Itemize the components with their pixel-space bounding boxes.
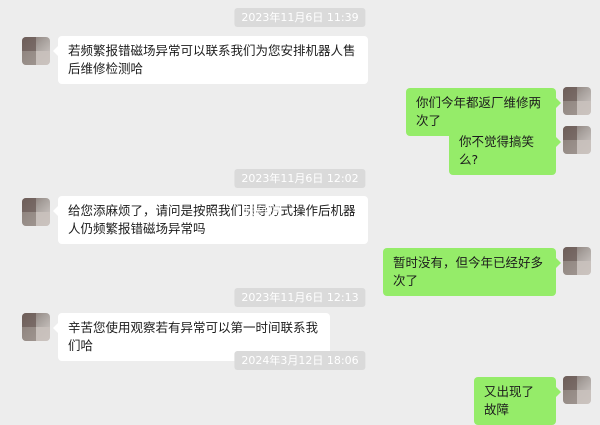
contact-avatar[interactable]	[22, 198, 50, 226]
timestamp: 2023年11月6日 12:02	[234, 169, 366, 188]
user-avatar[interactable]	[563, 126, 591, 154]
timestamp: 2024年3月12日 18:06	[234, 351, 366, 370]
message-bubble-outgoing[interactable]: 又出现了故障	[474, 377, 561, 425]
chat-area: 2023年11月6日 11:39 若频繁报错磁场异常可以联系我们为您安排机器人售…	[0, 0, 600, 425]
contact-avatar[interactable]	[22, 313, 50, 341]
user-avatar[interactable]	[563, 247, 591, 275]
watermark: 快科技	[244, 204, 281, 218]
timestamp: 2023年11月6日 11:39	[234, 8, 366, 27]
user-avatar[interactable]	[563, 87, 591, 115]
contact-avatar[interactable]	[22, 37, 50, 65]
message-bubble-incoming[interactable]: 若频繁报错磁场异常可以联系我们为您安排机器人售后维修检测哈	[53, 36, 368, 84]
message-bubble-outgoing[interactable]: 你不觉得搞笑么?	[449, 127, 561, 175]
message-bubble-incoming[interactable]: 给您添麻烦了，请问是按照我们引导方式操作后机器人仍频繁报错磁场异常吗	[53, 196, 368, 244]
timestamp: 2023年11月6日 12:13	[234, 288, 366, 307]
message-bubble-outgoing[interactable]: 暂时没有，但今年已经好多次了	[383, 248, 561, 296]
user-avatar[interactable]	[563, 376, 591, 404]
